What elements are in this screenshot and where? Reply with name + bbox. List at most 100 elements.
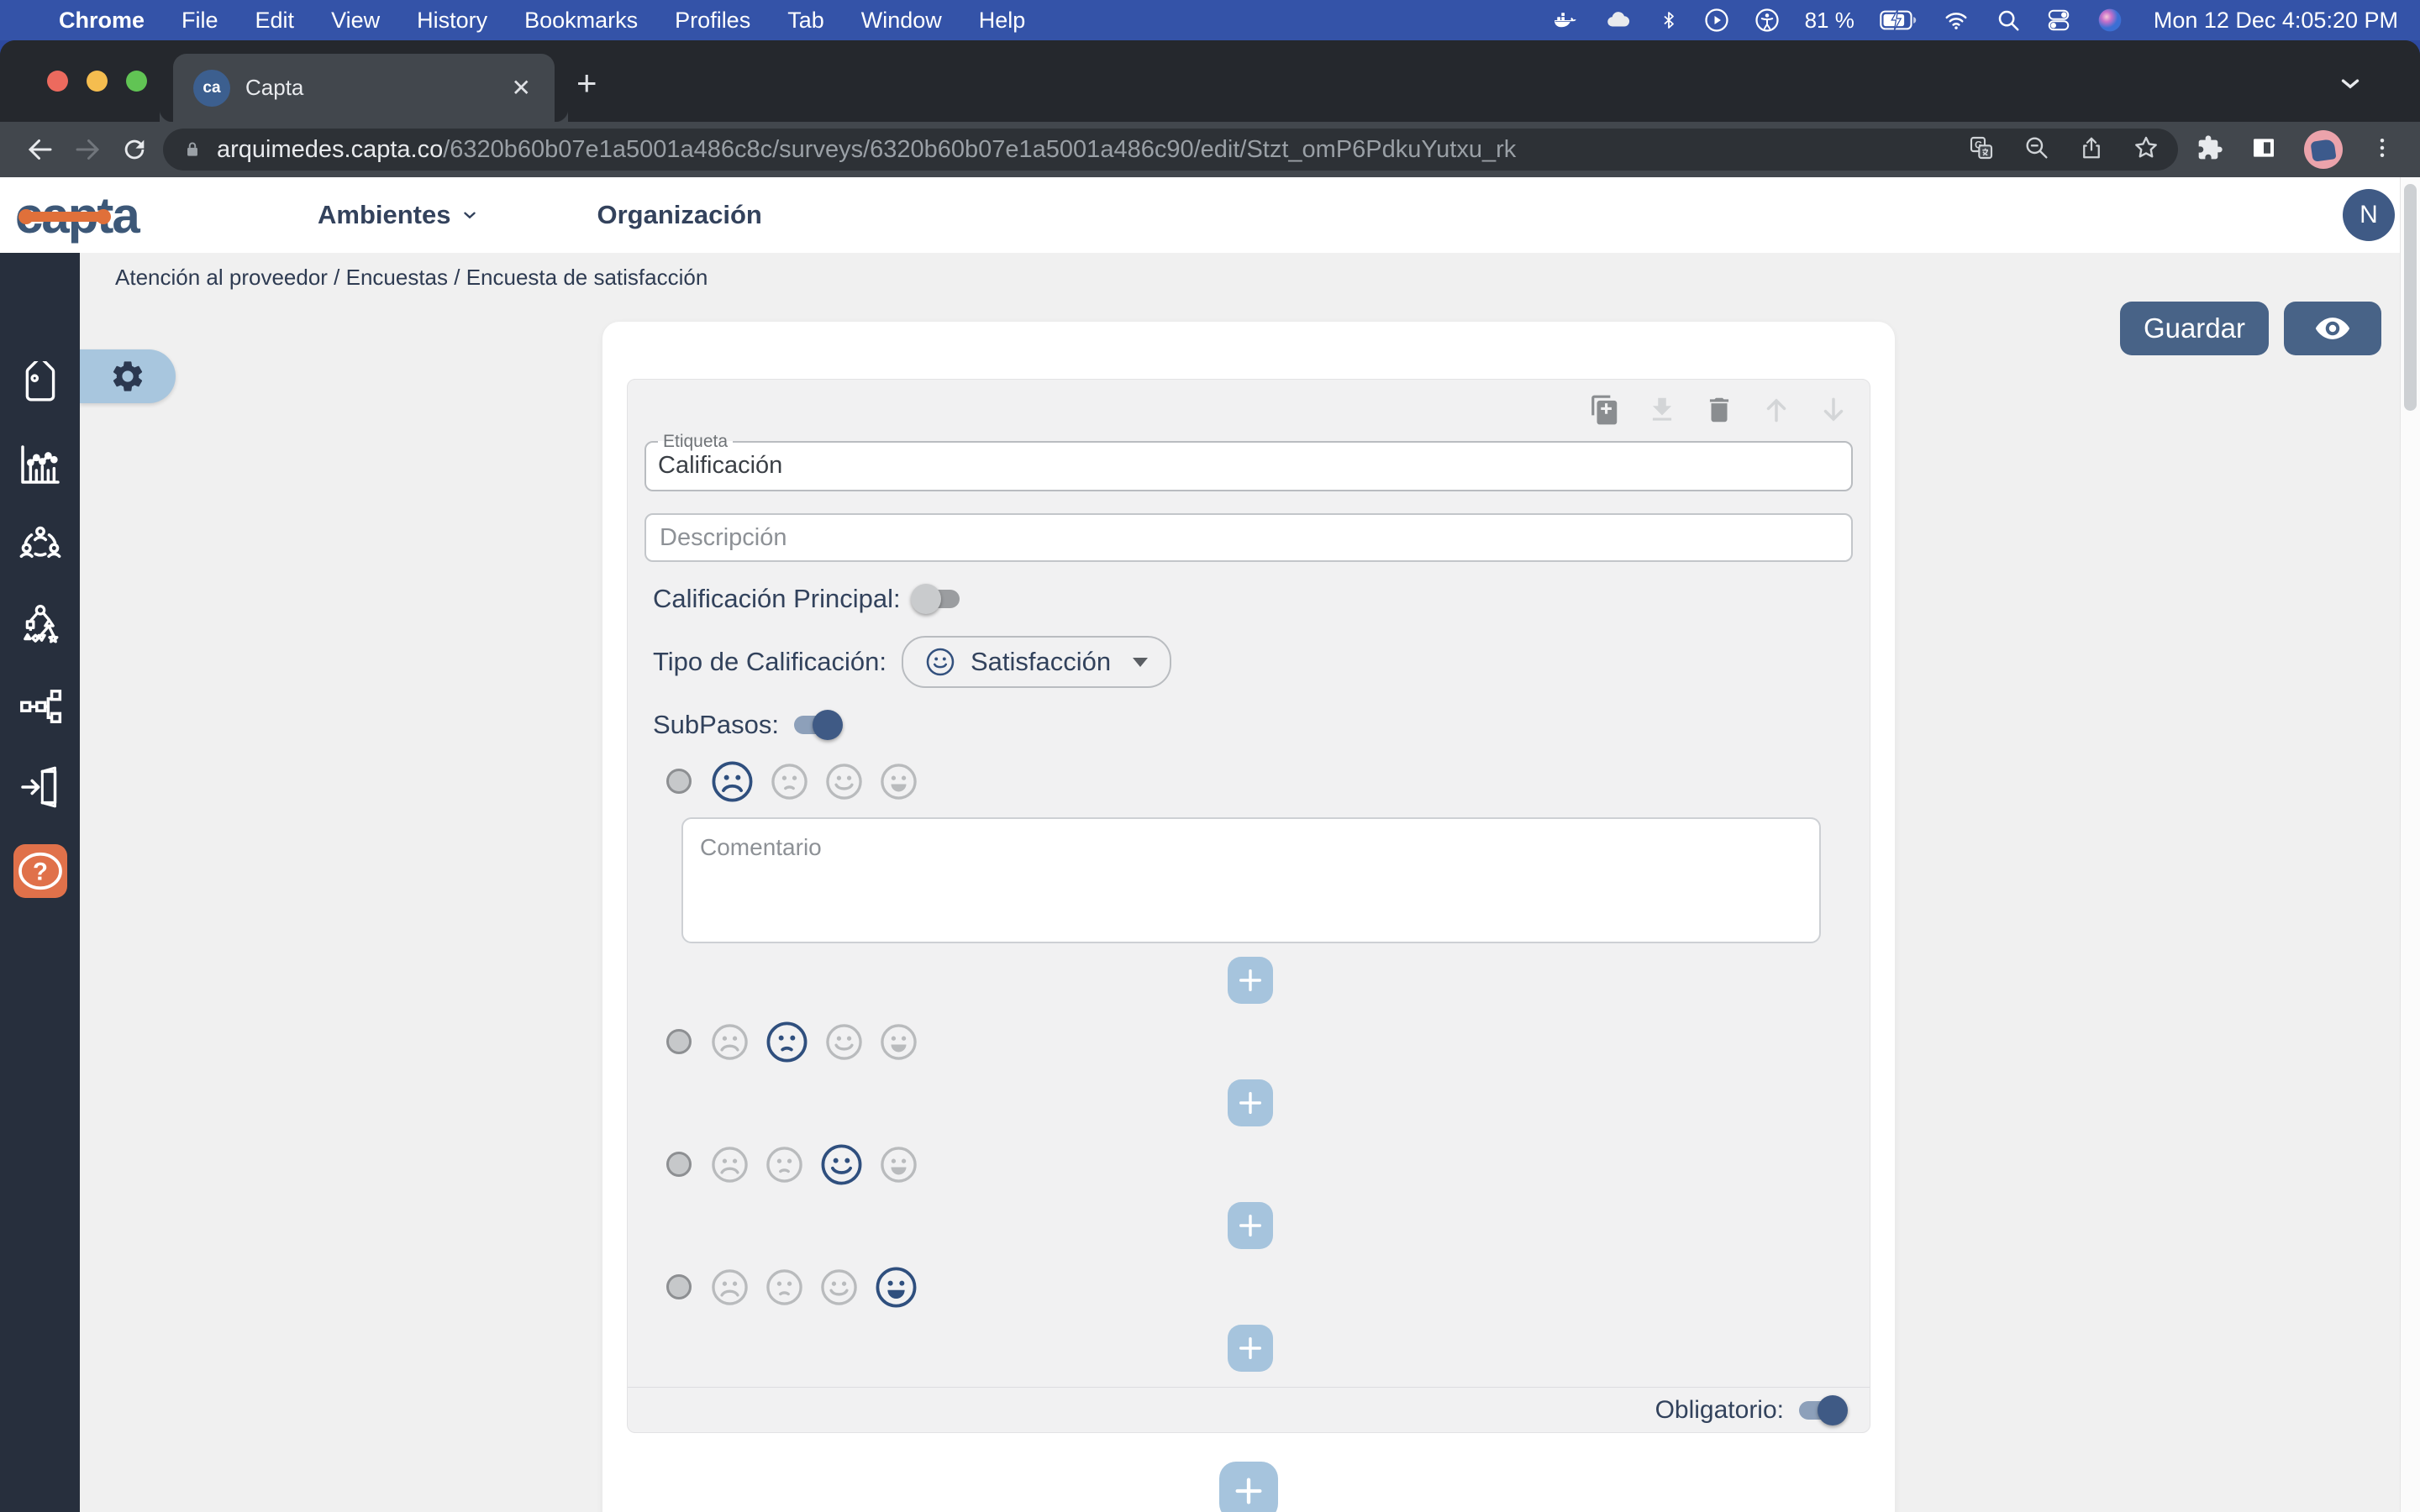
nav-organizacion[interactable]: Organización: [597, 200, 761, 230]
add-substep-button[interactable]: [1228, 1325, 1273, 1372]
face-satisfied-icon[interactable]: [819, 1142, 864, 1187]
menubar-clock[interactable]: Mon 12 Dec 4:05:20 PM: [2154, 8, 2398, 34]
sidebar-item-tags[interactable]: [17, 360, 64, 407]
wifi-icon[interactable]: [1942, 8, 1970, 33]
browser-tab-capta[interactable]: ca Capta ✕: [173, 54, 568, 122]
duplicate-question-icon[interactable]: [1589, 394, 1621, 430]
tab-strip: ca Capta ✕ +: [0, 40, 2420, 122]
bookmark-star-icon[interactable]: [2133, 134, 2160, 165]
delete-question-icon[interactable]: [1703, 394, 1735, 430]
close-window-button[interactable]: [47, 71, 68, 92]
sidebar-item-surveys[interactable]: [17, 441, 64, 488]
face-very-dissatisfied-icon[interactable]: [710, 1268, 750, 1307]
substep-radio[interactable]: [666, 769, 692, 794]
move-up-icon[interactable]: [1760, 394, 1792, 430]
download-question-icon[interactable]: [1646, 394, 1678, 430]
sidebar-item-logout[interactable]: [17, 764, 64, 811]
spotlight-search-icon[interactable]: [1996, 8, 2021, 33]
capta-logo[interactable]: capta: [15, 186, 192, 244]
side-panel-icon[interactable]: [2250, 134, 2277, 165]
bluetooth-icon[interactable]: [1659, 8, 1679, 33]
menubar-item-edit[interactable]: Edit: [255, 8, 295, 34]
obligatorio-toggle[interactable]: [1794, 1394, 1848, 1427]
face-very-satisfied-icon[interactable]: [874, 1265, 918, 1310]
add-question-button[interactable]: [1219, 1462, 1278, 1512]
survey-settings-button[interactable]: [80, 349, 176, 403]
face-very-dissatisfied-icon[interactable]: [710, 1145, 750, 1184]
sidebar-item-teams[interactable]: [17, 522, 64, 569]
add-substep-button[interactable]: [1228, 1202, 1273, 1249]
face-satisfied-icon[interactable]: [824, 1022, 864, 1062]
docker-icon[interactable]: [1551, 8, 1578, 33]
face-satisfied-icon[interactable]: [824, 762, 864, 801]
menubar-item-chrome[interactable]: Chrome: [59, 8, 145, 34]
zoom-out-icon[interactable]: [2023, 134, 2050, 165]
menubar-item-history[interactable]: History: [417, 8, 487, 34]
rating-row-2: [666, 1017, 1870, 1066]
translate-icon[interactable]: G: [1968, 134, 1995, 165]
play-circle-icon[interactable]: [1704, 8, 1729, 33]
maximize-window-button[interactable]: [126, 71, 147, 92]
reload-button[interactable]: [111, 135, 158, 164]
etiqueta-input[interactable]: [658, 452, 1839, 480]
scrollbar-thumb[interactable]: [2404, 184, 2417, 411]
comentario-input[interactable]: [681, 817, 1821, 943]
face-dissatisfied-icon[interactable]: [770, 762, 809, 801]
subpasos-toggle[interactable]: [789, 708, 843, 742]
menubar-item-profiles[interactable]: Profiles: [675, 8, 750, 34]
move-down-icon[interactable]: [1818, 394, 1849, 430]
user-avatar[interactable]: N: [2343, 189, 2395, 241]
cloud-icon[interactable]: [1603, 8, 1634, 33]
face-very-satisfied-icon[interactable]: [879, 1022, 918, 1062]
face-very-dissatisfied-icon[interactable]: [710, 759, 755, 804]
save-button[interactable]: Guardar: [2119, 302, 2269, 355]
etiqueta-label: Etiqueta: [663, 432, 729, 451]
add-substep-button[interactable]: [1228, 957, 1273, 1004]
browser-profile-avatar[interactable]: [2304, 130, 2343, 169]
menubar-item-bookmarks[interactable]: Bookmarks: [524, 8, 638, 34]
kebab-menu-icon[interactable]: [2370, 135, 2395, 165]
face-dissatisfied-icon[interactable]: [765, 1145, 804, 1184]
menubar-item-view[interactable]: View: [331, 8, 380, 34]
help-button[interactable]: ?: [13, 844, 67, 898]
sidebar-item-flows[interactable]: [17, 683, 64, 730]
preview-button[interactable]: [2284, 302, 2381, 355]
principal-toggle[interactable]: [910, 582, 965, 616]
descripcion-input[interactable]: [644, 513, 1853, 562]
address-bar[interactable]: arquimedes.capta.co/6320b60b07e1a5001a48…: [163, 129, 2178, 171]
share-icon[interactable]: [2079, 135, 2104, 165]
minimize-window-button[interactable]: [87, 71, 108, 92]
face-very-dissatisfied-icon[interactable]: [710, 1022, 750, 1062]
new-tab-button[interactable]: +: [576, 66, 597, 101]
nav-ambientes[interactable]: Ambientes: [318, 200, 479, 230]
menubar-item-tab[interactable]: Tab: [787, 8, 824, 34]
accessibility-icon[interactable]: [1754, 8, 1780, 33]
face-dissatisfied-icon[interactable]: [765, 1268, 804, 1307]
plus-icon: [1235, 1478, 1262, 1504]
siri-icon[interactable]: [2096, 7, 2123, 34]
menubar-item-window[interactable]: Window: [861, 8, 942, 34]
principal-label: Calificación Principal:: [653, 584, 901, 613]
menubar-item-help[interactable]: Help: [979, 8, 1026, 34]
face-satisfied-icon[interactable]: [819, 1268, 859, 1307]
tab-close-icon[interactable]: ✕: [508, 74, 534, 102]
add-substep-button[interactable]: [1228, 1079, 1273, 1126]
forward-button[interactable]: [64, 134, 111, 165]
sidebar-item-hierarchy[interactable]: [17, 602, 64, 649]
face-dissatisfied-icon[interactable]: [765, 1020, 809, 1064]
tipo-select[interactable]: Satisfacción: [902, 636, 1172, 688]
menubar-item-file[interactable]: File: [182, 8, 218, 34]
substep-radio[interactable]: [666, 1152, 692, 1177]
question-card: Etiqueta Calificación Principal: Tipo de…: [602, 322, 1895, 1512]
tab-search-chevron-icon[interactable]: [2336, 69, 2365, 102]
control-center-icon[interactable]: [2046, 8, 2071, 33]
svg-text:?: ?: [33, 858, 48, 886]
extensions-puzzle-icon[interactable]: [2196, 134, 2223, 165]
substep-radio[interactable]: [666, 1274, 692, 1299]
face-very-satisfied-icon[interactable]: [879, 762, 918, 801]
back-button[interactable]: [17, 134, 64, 165]
face-very-satisfied-icon[interactable]: [879, 1145, 918, 1184]
page-scrollbar[interactable]: [2400, 177, 2420, 1512]
substep-radio[interactable]: [666, 1029, 692, 1054]
lock-icon[interactable]: [182, 139, 203, 160]
